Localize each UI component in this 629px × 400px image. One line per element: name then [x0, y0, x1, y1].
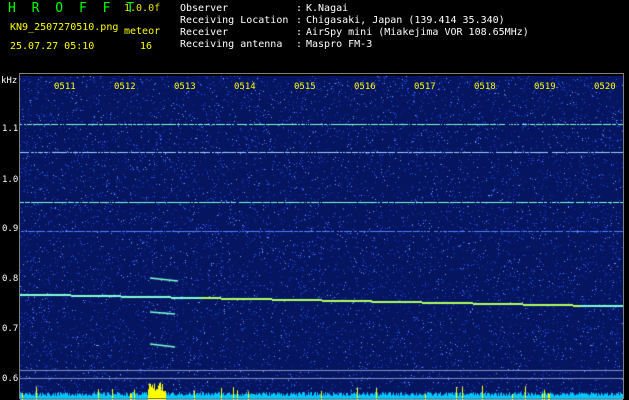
y-tick-label: 0.7 — [2, 324, 19, 334]
x-tick-label: 0515 — [294, 82, 316, 92]
x-tick-label: 0517 — [414, 82, 436, 92]
y-tick-label: 0.9 — [2, 224, 19, 234]
version-label: 1.0.0f — [124, 3, 161, 14]
x-tick-label: 0520 — [594, 82, 616, 92]
y-tick-label: 0.6 — [2, 374, 19, 384]
location-value: Chigasaki, Japan (139.414 35.340) — [306, 15, 505, 26]
receiver-value: AirSpy mini (Miakejima VOR 108.65MHz) — [306, 27, 529, 38]
separator: : — [296, 39, 303, 50]
x-tick-label: 0516 — [354, 82, 376, 92]
receiver-label: Receiver — [180, 27, 229, 38]
x-tick-label: 0518 — [474, 82, 496, 92]
x-tick-label: 0519 — [534, 82, 556, 92]
app-title: H R O F F T — [8, 1, 139, 16]
location-label: Receiving Location — [180, 15, 289, 26]
count-label: 16 — [140, 41, 153, 52]
separator: : — [296, 15, 303, 26]
x-tick-label: 0511 — [54, 82, 76, 92]
header-panel: H R O F F T 1.0.0f KN9_2507270510.png me… — [0, 0, 629, 72]
timestamp-label: 25.07.27 05:10 — [10, 41, 95, 52]
separator: : — [296, 3, 303, 14]
y-tick-label: 0.8 — [2, 274, 19, 284]
separator: : — [296, 27, 303, 38]
observer-label: Observer — [180, 3, 229, 14]
observer-value: K.Nagai — [306, 3, 349, 14]
y-tick-label: 1.0 — [2, 175, 19, 185]
x-tick-label: 0513 — [174, 82, 196, 92]
spectrogram-canvas — [20, 76, 623, 400]
filename-label: KN9_2507270510.png — [10, 22, 119, 33]
y-tick-label: 1.1 — [2, 124, 19, 134]
unit-label: kHz — [1, 76, 18, 86]
x-tick-label: 0514 — [234, 82, 256, 92]
antenna-value: Maspro FM-3 — [306, 39, 373, 50]
x-tick-label: 0512 — [114, 82, 136, 92]
antenna-label: Receiving antenna — [180, 39, 283, 50]
mode-label: meteor — [124, 26, 161, 37]
